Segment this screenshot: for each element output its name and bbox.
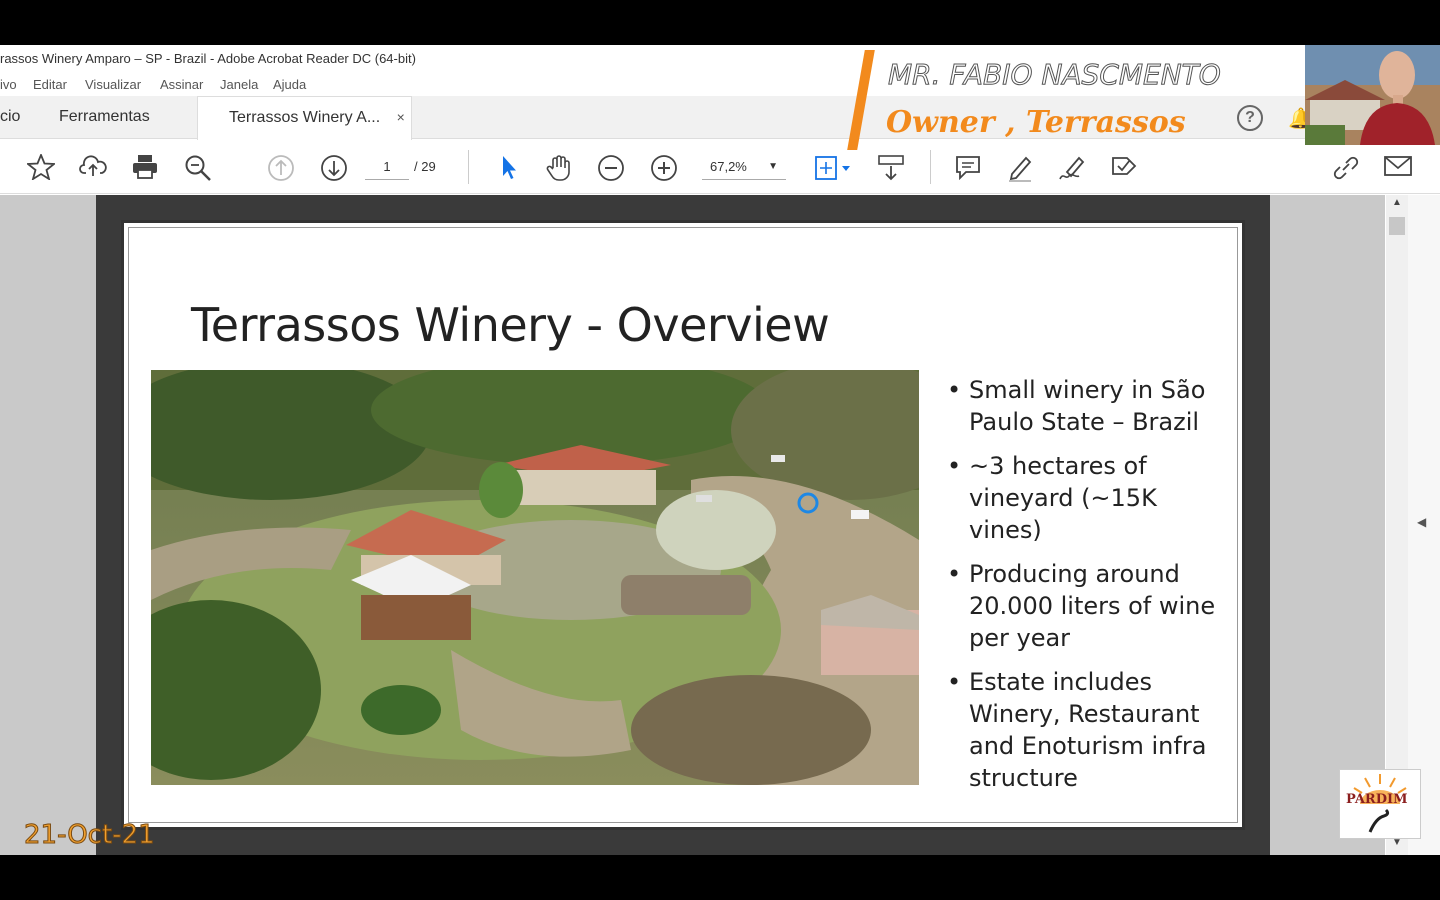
page-total: / 29	[414, 159, 436, 174]
print-icon[interactable]	[128, 150, 162, 182]
chevron-down-icon: ▼	[768, 161, 778, 172]
slide-page: Terrassos Winery - Overview • Small wine…	[121, 220, 1245, 830]
winery-aerial-photo	[151, 370, 919, 785]
tab-tools[interactable]: Ferramentas	[59, 96, 189, 139]
menu-bar: ivo Editar Visualizar Assinar Janela Aju…	[0, 72, 1440, 96]
menu-window[interactable]: Janela	[220, 77, 258, 92]
cloud-upload-icon[interactable]	[76, 150, 110, 182]
highlight-pen-icon[interactable]	[1003, 150, 1037, 182]
previous-page-icon[interactable]	[264, 150, 298, 182]
expand-panel-icon[interactable]: ◀	[1417, 515, 1426, 529]
zoom-out-icon[interactable]	[594, 150, 628, 182]
acrobat-window: rassos Winery Amparo – SP - Brazil - Ado…	[0, 45, 1440, 855]
bullet-item: Producing around 20.000 liters of wine p…	[947, 558, 1237, 654]
menu-view[interactable]: Visualizar	[85, 77, 141, 92]
speaker-role: Owner , Terrassos	[886, 105, 1186, 140]
zoom-level-value: 67,2%	[710, 159, 747, 174]
scroll-up-icon[interactable]: ▲	[1386, 197, 1408, 213]
slide-bullet-list: Small winery in São Paulo State – Brazil…	[947, 374, 1237, 806]
logo-text: PARDIM	[1346, 792, 1407, 807]
tab-close-icon[interactable]: ×	[397, 109, 405, 125]
scroll-mode-icon[interactable]	[874, 150, 908, 182]
window-titlebar: rassos Winery Amparo – SP - Brazil - Ado…	[0, 45, 1440, 72]
share-link-icon[interactable]	[1329, 150, 1363, 182]
hand-tool-icon[interactable]	[542, 150, 576, 182]
main-toolbar: 1 / 29 67,2% ▼	[0, 140, 1440, 194]
sign-pen-icon[interactable]	[1055, 150, 1089, 182]
menu-help[interactable]: Ajuda	[273, 77, 306, 92]
bullet-item: Small winery in São Paulo State – Brazil	[947, 374, 1237, 438]
tab-home[interactable]: cio	[0, 96, 42, 139]
next-page-icon[interactable]	[317, 150, 351, 182]
window-title: rassos Winery Amparo – SP - Brazil - Ado…	[0, 51, 416, 66]
help-icon[interactable]: ?	[1237, 105, 1263, 131]
recording-date: 21-Oct-21	[24, 820, 156, 851]
menu-edit[interactable]: Editar	[33, 77, 67, 92]
menu-file[interactable]: ivo	[0, 77, 17, 92]
document-viewport[interactable]: Terrassos Winery - Overview • Small wine…	[0, 195, 1385, 855]
video-letterbox-bottom	[0, 855, 1440, 900]
tab-home-label: cio	[0, 108, 21, 125]
bullet-item: ~3 hectares of vineyard (~15K vines)	[947, 450, 1237, 546]
tab-document[interactable]: Terrassos Winery A... ×	[197, 96, 412, 140]
more-tools-icon[interactable]	[1107, 150, 1141, 182]
slide-title: Terrassos Winery - Overview	[191, 298, 830, 352]
tab-tools-label: Ferramentas	[59, 108, 150, 125]
scroll-thumb[interactable]	[1389, 217, 1405, 235]
fit-page-icon[interactable]	[810, 150, 854, 182]
tab-bar: cio Ferramentas Terrassos Winery A... × …	[0, 96, 1440, 140]
comment-icon[interactable]	[951, 150, 985, 182]
zoom-search-icon[interactable]	[181, 150, 215, 182]
select-cursor-icon[interactable]	[490, 150, 524, 182]
menu-sign[interactable]: Assinar	[160, 77, 203, 92]
vertical-scrollbar[interactable]: ▲ ▼	[1386, 195, 1408, 855]
webcam-video	[1305, 45, 1440, 145]
toolbar-divider	[468, 150, 469, 184]
speaker-name: MR. FABIO NASCMENTO	[888, 58, 1222, 92]
company-logo: PARDIM	[1339, 769, 1421, 839]
zoom-in-icon[interactable]	[647, 150, 681, 182]
bookmark-star-icon[interactable]	[24, 150, 58, 182]
video-letterbox-top	[0, 0, 1440, 45]
toolbar-divider	[930, 150, 931, 184]
email-icon[interactable]	[1381, 150, 1415, 182]
page-number-input[interactable]: 1	[365, 154, 409, 180]
zoom-level-dropdown[interactable]: 67,2% ▼	[702, 154, 786, 180]
tab-document-label: Terrassos Winery A...	[229, 109, 381, 126]
bullet-item: Estate includes Winery, Restaurant and E…	[947, 666, 1237, 794]
slide-frame: Terrassos Winery - Overview • Small wine…	[128, 227, 1238, 823]
right-pane-collapsed: ◀	[1408, 195, 1440, 855]
